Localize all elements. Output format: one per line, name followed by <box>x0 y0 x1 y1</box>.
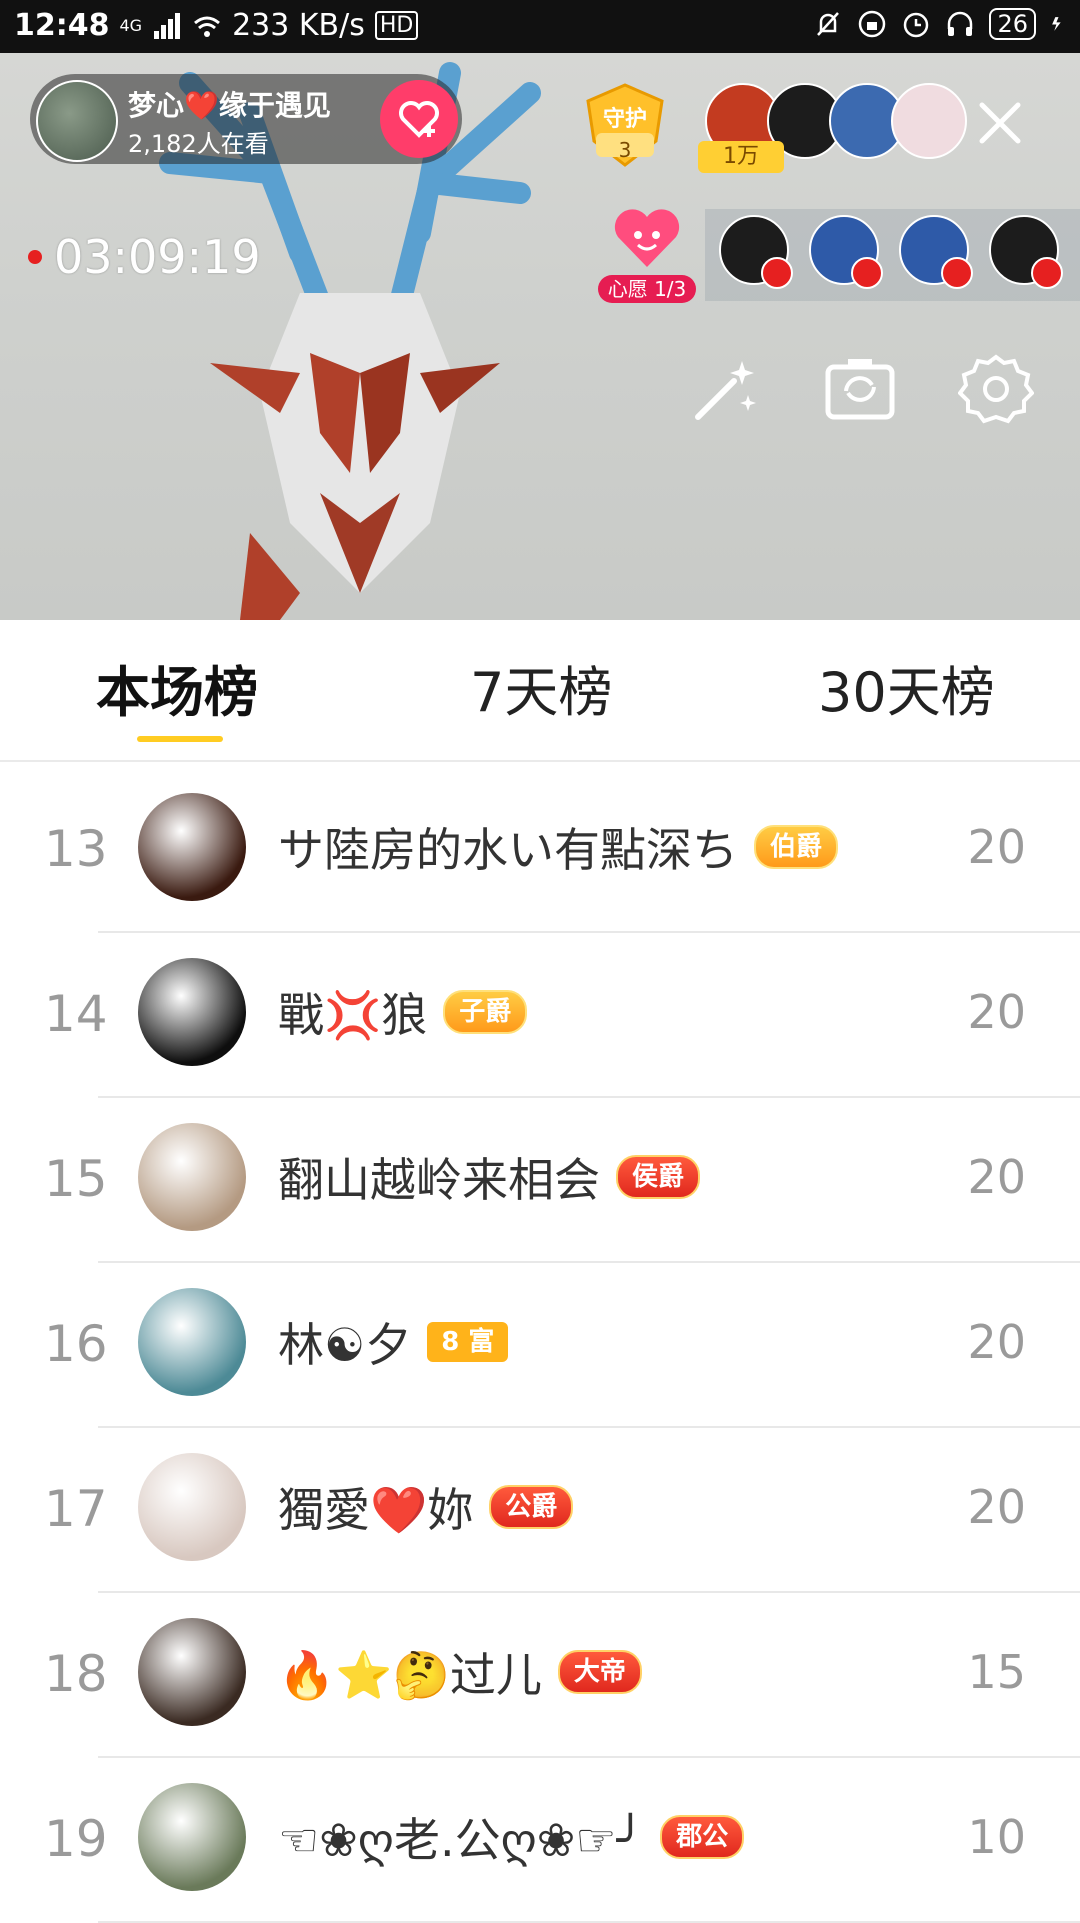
seat-icon <box>761 257 793 289</box>
user-avatar[interactable] <box>138 958 246 1066</box>
user-avatar[interactable] <box>138 793 246 901</box>
viewer-count: 2,182人在看 <box>128 130 269 158</box>
signal-icon <box>154 12 181 39</box>
top-viewer-avatar[interactable] <box>891 83 967 159</box>
tab-7-days[interactable]: 7天榜 <box>470 648 612 727</box>
leaderboard-row[interactable]: 18 🔥⭐🤔过儿 大帝 15 <box>0 1593 1080 1758</box>
guard-label: 守护 <box>602 107 647 132</box>
user-name-block: 獨愛❤️妳 公爵 <box>278 1474 574 1540</box>
leaderboard-tabs: 本场榜 7天榜 30天榜 <box>0 620 1080 762</box>
wish-progress: 心愿 1/3 <box>598 275 696 303</box>
rank-title-badge: 郡公 <box>660 1815 745 1859</box>
user-avatar[interactable] <box>138 1453 246 1561</box>
recording-dot <box>28 250 42 264</box>
hd-icon: HD <box>374 11 419 40</box>
rank-title-badge: 公爵 <box>489 1485 574 1529</box>
active-tab-indicator <box>137 736 223 742</box>
user-avatar[interactable] <box>138 1288 246 1396</box>
switch-camera-icon[interactable] <box>822 351 898 427</box>
leaderboard-row[interactable]: 16 林☯夕 8 富 20 <box>0 1263 1080 1428</box>
mic-seat[interactable] <box>719 215 793 289</box>
rank-title-badge: 8 富 <box>427 1322 509 1362</box>
guard-count: 3 <box>618 138 632 162</box>
rank-title-badge: 大帝 <box>557 1650 642 1694</box>
mic-seat[interactable] <box>989 215 1063 289</box>
follow-button[interactable] <box>380 80 458 158</box>
contribution-score: 10 <box>967 1810 1026 1864</box>
contribution-score: 20 <box>967 1150 1026 1204</box>
user-name: 戰💢狼 <box>278 988 428 1042</box>
settings-gear-icon[interactable] <box>958 351 1034 427</box>
live-duration: 03:09:19 <box>54 230 261 284</box>
seat-icon <box>851 257 883 289</box>
lock-rotation-icon <box>859 10 886 38</box>
wish-widget[interactable]: 心愿 1/3 <box>598 203 696 313</box>
alarm-icon <box>904 12 929 38</box>
rank-title-badge: 侯爵 <box>616 1155 701 1199</box>
user-avatar[interactable] <box>138 1618 246 1726</box>
charging-icon <box>1052 17 1061 31</box>
status-bar: 12:48 4G 233 KB/s HD 26 <box>0 0 1080 53</box>
contribution-score: 15 <box>967 1645 1026 1699</box>
close-icon[interactable] <box>970 93 1030 153</box>
leaderboard-row[interactable]: 17 獨愛❤️妳 公爵 20 <box>0 1428 1080 1593</box>
beauty-wand-icon[interactable] <box>688 351 764 427</box>
rank-title-badge: 子爵 <box>443 990 528 1034</box>
headphones-icon <box>948 11 973 36</box>
user-avatar[interactable] <box>138 1123 246 1231</box>
contribution-score: 20 <box>967 1480 1026 1534</box>
live-video[interactable]: 梦心❤️缘于遇见 2,182人在看 守护 3 1万 03:09:19 心愿 1/… <box>0 53 1080 620</box>
user-name: 🔥⭐🤔过儿 <box>278 1648 542 1702</box>
host-name: 梦心❤️缘于遇见 <box>128 89 331 122</box>
user-name-block: サ陸房的水い有點深ち 伯爵 <box>278 814 839 880</box>
user-name: ☜❀ღ老.公ღ❀☞╯ <box>278 1813 645 1867</box>
user-name-block: 翻山越岭来相会 侯爵 <box>278 1144 701 1210</box>
leaderboard-row[interactable]: 19 ☜❀ღ老.公ღ❀☞╯ 郡公 10 <box>0 1758 1080 1923</box>
clock: 12:48 <box>14 8 110 43</box>
rank-number: 16 <box>44 1315 108 1373</box>
network-speed: 233 KB/s <box>232 8 365 43</box>
contribution-score: 20 <box>967 820 1026 874</box>
heart-face-icon <box>614 209 680 267</box>
tab-30-days[interactable]: 30天榜 <box>818 648 995 727</box>
rank-title-badge: 伯爵 <box>754 825 839 869</box>
host-avatar[interactable] <box>36 80 118 162</box>
rank-number: 17 <box>44 1480 108 1538</box>
mute-bell-icon <box>817 12 840 36</box>
wifi-icon <box>194 16 221 37</box>
host-info-pill[interactable]: 梦心❤️缘于遇见 2,182人在看 <box>30 74 462 164</box>
user-name-block: 🔥⭐🤔过儿 大帝 <box>278 1639 642 1705</box>
contribution-pill[interactable]: 1万 <box>698 141 784 173</box>
live-timer: 03:09:19 <box>28 230 261 284</box>
guard-badge[interactable]: 守护 3 <box>582 81 668 171</box>
leaderboard-row[interactable]: 13 サ陸房的水い有點深ち 伯爵 20 <box>0 768 1080 933</box>
rank-number: 19 <box>44 1810 108 1868</box>
user-name: サ陸房的水い有點深ち <box>278 823 738 877</box>
mic-seat[interactable] <box>809 215 883 289</box>
heart-plus-icon <box>399 101 439 138</box>
contribution-score: 20 <box>967 985 1026 1039</box>
leaderboard-row[interactable]: 15 翻山越岭来相会 侯爵 20 <box>0 1098 1080 1263</box>
seat-icon <box>941 257 973 289</box>
contribution-score: 20 <box>967 1315 1026 1369</box>
user-name: 林☯夕 <box>278 1318 412 1372</box>
user-name: 獨愛❤️妳 <box>278 1483 474 1537</box>
network-type: 4G <box>119 16 143 35</box>
battery-level: 26 <box>989 8 1036 40</box>
rank-number: 14 <box>44 985 108 1043</box>
user-name: 翻山越岭来相会 <box>278 1153 600 1207</box>
rank-number: 13 <box>44 820 108 878</box>
user-avatar[interactable] <box>138 1783 246 1891</box>
rank-number: 18 <box>44 1645 108 1703</box>
tab-current[interactable]: 本场榜 <box>96 648 258 727</box>
mic-seat[interactable] <box>899 215 973 289</box>
user-name-block: ☜❀ღ老.公ღ❀☞╯ 郡公 <box>278 1804 745 1870</box>
leaderboard-row[interactable]: 14 戰💢狼 子爵 20 <box>0 933 1080 1098</box>
user-name-block: 林☯夕 8 富 <box>278 1309 509 1375</box>
seat-icon <box>1031 257 1063 289</box>
mic-seats <box>705 209 1080 301</box>
user-name-block: 戰💢狼 子爵 <box>278 979 528 1045</box>
rank-number: 15 <box>44 1150 108 1208</box>
